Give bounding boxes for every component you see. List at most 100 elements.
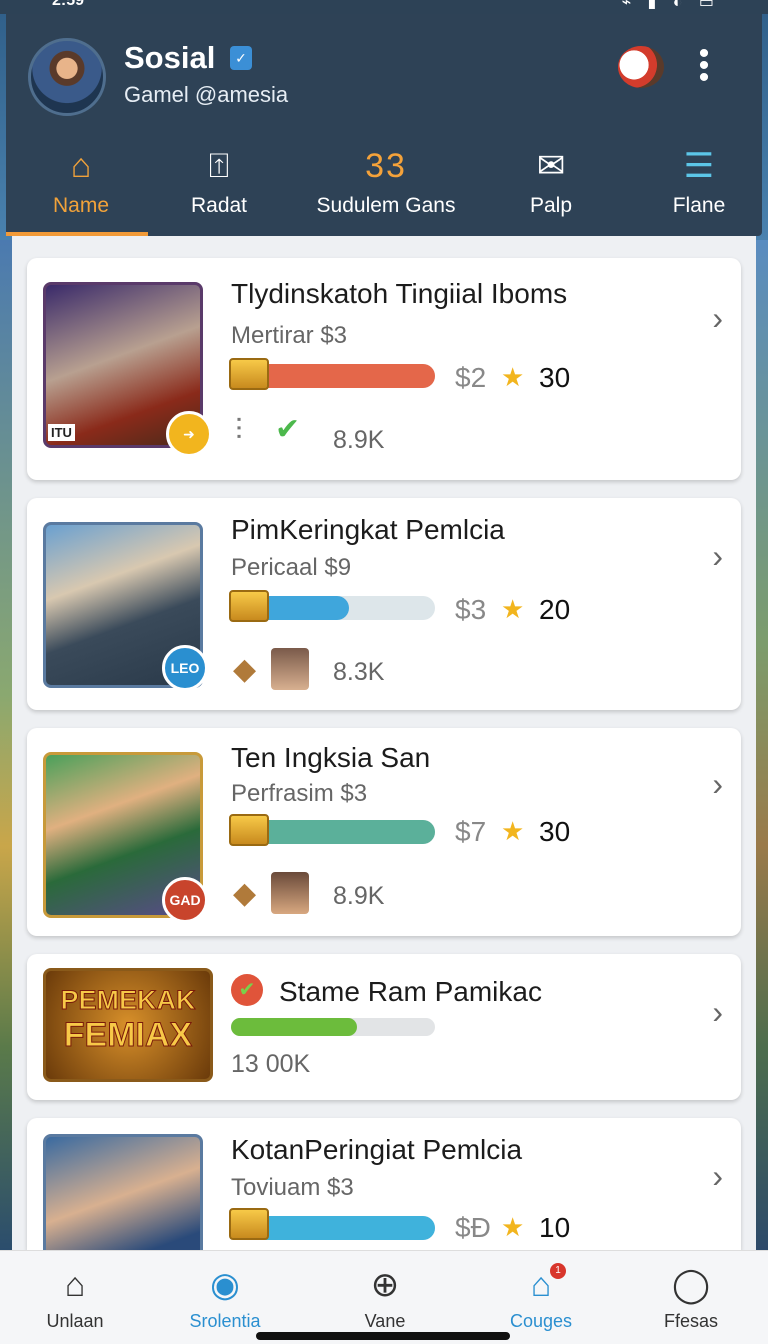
nav-vane[interactable]: ⊕ Vane — [310, 1251, 460, 1344]
list-item[interactable]: KotanPeringiat Pemlcia Toviuam $3 $Ð ★ 1… — [27, 1118, 741, 1250]
star-icon: ★ — [501, 816, 525, 846]
level-badge: LEO — [162, 645, 208, 691]
status-time: 2:59 — [52, 0, 85, 9]
stat-count: 13 00K — [231, 1050, 311, 1078]
nav-srolentia[interactable]: ◉ Srolentia — [150, 1251, 300, 1344]
list-item[interactable]: ITU ➜ Tlydinskatoh Tingiial Iboms Mertir… — [27, 258, 741, 480]
treasure-chest-icon — [229, 1208, 269, 1240]
game-logo-thumbnail: PEMEKAK FEMIAX — [43, 968, 213, 1082]
nav-ffesas[interactable]: ◯ Ffesas — [616, 1251, 766, 1344]
game-thumbnail — [43, 1134, 203, 1250]
player-avatar-icon — [271, 872, 309, 914]
pin-icon: ⫶ — [235, 414, 243, 447]
stat-count: 8.9K — [333, 882, 385, 910]
card-subtitle: Perfrasim $3 — [231, 780, 368, 807]
player-avatar-icon — [271, 648, 309, 690]
game-thumbnail: GAD — [43, 752, 208, 923]
verified-icon: ✓ — [230, 46, 252, 70]
card-subtitle: Pericaal $9 — [231, 554, 352, 581]
home-icon: ⌂ — [70, 147, 92, 185]
logo-text-line-1: PEMEKAK — [60, 985, 196, 1016]
app-subtitle: Gamel @amesia — [124, 82, 289, 107]
bag-icon: ⌂ — [530, 1266, 552, 1304]
status-icons: ⌁ ▮ ◐ ▭ — [621, 0, 720, 11]
chevron-right-icon[interactable]: › — [712, 994, 723, 1031]
profile-icon: ◯ — [671, 1266, 711, 1304]
avatar[interactable] — [28, 38, 106, 116]
nav-unlaan[interactable]: ⌂ Unlaan — [0, 1251, 150, 1344]
list-item[interactable]: LEO PimKeringkat Pemlcia Pericaal $9 $3 … — [27, 498, 741, 710]
reward-count: 10 — [539, 1212, 571, 1243]
list-item[interactable]: PEMEKAK FEMIAX ✔ Stame Ram Pamikac 13 00… — [27, 954, 741, 1100]
treasure-chest-icon — [229, 590, 269, 622]
reward-count: 30 — [539, 816, 571, 847]
tab-radat[interactable]: ⍐ Radat — [144, 132, 294, 236]
nav-label: Srolentia — [189, 1311, 261, 1331]
treasure-chest-icon — [229, 358, 269, 390]
logo-text-line-2: FEMIAX — [63, 1016, 193, 1055]
more-options-icon[interactable]: • • • — [696, 39, 712, 93]
list-icon: ☰ — [683, 147, 715, 185]
card-title: Stame Ram Pamikac — [279, 976, 542, 1007]
nav-label: Unlaan — [46, 1311, 104, 1331]
card-title: KotanPeringiat Pemlcia — [231, 1134, 523, 1165]
stat-count: 8.9K — [333, 426, 385, 454]
nav-couges[interactable]: ⌂ Couges 1 — [466, 1251, 616, 1344]
reward-price: $7 — [455, 816, 487, 847]
tab-label: Name — [52, 194, 110, 217]
tab-label: Palp — [529, 194, 573, 217]
chevron-right-icon[interactable]: › — [712, 766, 723, 803]
chevron-right-icon[interactable]: › — [712, 300, 723, 337]
card-subtitle: Mertirar $3 — [231, 322, 348, 349]
star-icon: ★ — [501, 362, 525, 392]
bottom-nav: ⌂ Unlaan ◉ Srolentia ⊕ Vane ⌂ Couges 1 ◯… — [0, 1250, 768, 1344]
notification-badge: 1 — [550, 1263, 566, 1279]
app-title: Sosial — [124, 40, 216, 75]
tab-flane[interactable]: ☰ Flane — [624, 132, 768, 236]
tab-bar: ⌂ Name ⍐ Radat 33 Sudulem Gans ✉ Palp ☰ … — [6, 132, 762, 236]
card-title: Ten Ingksia San — [231, 742, 431, 773]
progress-bar — [231, 1018, 435, 1036]
stat-count: 8.3K — [333, 658, 385, 686]
chevron-right-icon[interactable]: › — [712, 1158, 723, 1195]
nav-label: Couges — [509, 1311, 573, 1331]
tab-sudulem-gans[interactable]: 33 Sudulem Gans — [296, 132, 476, 236]
diamond-icon: ◆ — [233, 653, 257, 686]
add-circle-icon: ⊕ — [370, 1266, 400, 1304]
progress-fill — [231, 1018, 358, 1036]
tab-count: 33 — [365, 147, 407, 185]
tab-label: Flane — [672, 194, 726, 217]
chat-icon: ◉ — [210, 1266, 240, 1304]
tab-name[interactable]: ⌂ Name — [6, 132, 156, 236]
reward-count: 30 — [539, 362, 571, 393]
card-title: PimKeringkat Pemlcia — [231, 514, 505, 545]
reward-count: 20 — [539, 594, 571, 625]
tab-palp[interactable]: ✉ Palp — [476, 132, 626, 236]
treasure-chest-icon — [229, 814, 269, 846]
reward-price: $2 — [455, 362, 487, 393]
star-icon: ★ — [501, 594, 525, 624]
mail-icon: ✉ — [536, 147, 566, 185]
card-title: Tlydinskatoh Tingiial Iboms — [231, 278, 568, 309]
tab-label: Radat — [190, 194, 248, 217]
share-icon: ⍐ — [208, 147, 230, 185]
corner-label: ITU — [48, 424, 75, 441]
shield-check-icon: ✔ — [231, 974, 263, 1006]
card-subtitle: Toviuam $3 — [231, 1174, 354, 1201]
chevron-right-icon[interactable]: › — [712, 538, 723, 575]
tab-label: Sudulem Gans — [316, 194, 456, 217]
level-badge: GAD — [162, 877, 208, 923]
game-thumbnail: ITU ➜ — [43, 282, 212, 457]
status-bar: 2:59 ⌁ ▮ ◐ ▭ — [0, 0, 768, 14]
game-thumbnail: LEO — [43, 522, 208, 691]
nav-label: Vane — [364, 1311, 406, 1331]
diamond-icon: ◆ — [233, 877, 257, 910]
lightning-badge-icon: ➜ — [166, 411, 212, 457]
nav-label: Ffesas — [663, 1311, 719, 1331]
mascot-icon[interactable] — [618, 46, 664, 88]
list-item[interactable]: GAD Ten Ingksia San Perfrasim $3 $7 ★ 30… — [27, 728, 741, 936]
reward-price: $Ð — [455, 1212, 491, 1243]
home-indicator[interactable] — [256, 1332, 510, 1340]
star-icon: ★ — [501, 1212, 525, 1242]
app-header: Sosial ✓ Gamel @amesia • • • ⌂ Name ⍐ Rada… — [6, 14, 762, 236]
